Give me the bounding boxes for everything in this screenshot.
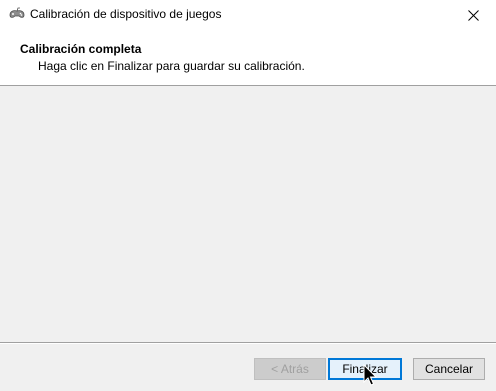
close-icon <box>467 9 479 21</box>
cancel-button[interactable]: Cancelar <box>413 358 485 380</box>
close-button[interactable] <box>450 0 496 30</box>
title-bar: Calibración de dispositivo de juegos <box>0 0 496 30</box>
page-title: Calibración completa <box>20 42 142 56</box>
calibration-dialog: Calibración de dispositivo de juegos Cal… <box>0 0 496 389</box>
finish-button[interactable]: Finalizar <box>328 358 402 380</box>
content-area <box>0 86 496 342</box>
gamepad-icon <box>8 7 26 21</box>
window-title: Calibración de dispositivo de juegos <box>30 7 222 21</box>
back-button[interactable]: < Atrás <box>254 358 326 380</box>
wizard-header: Calibración completa Haga clic en Finali… <box>0 30 496 86</box>
footer-divider-highlight <box>0 343 496 344</box>
page-subtitle: Haga clic en Finalizar para guardar su c… <box>38 59 305 73</box>
